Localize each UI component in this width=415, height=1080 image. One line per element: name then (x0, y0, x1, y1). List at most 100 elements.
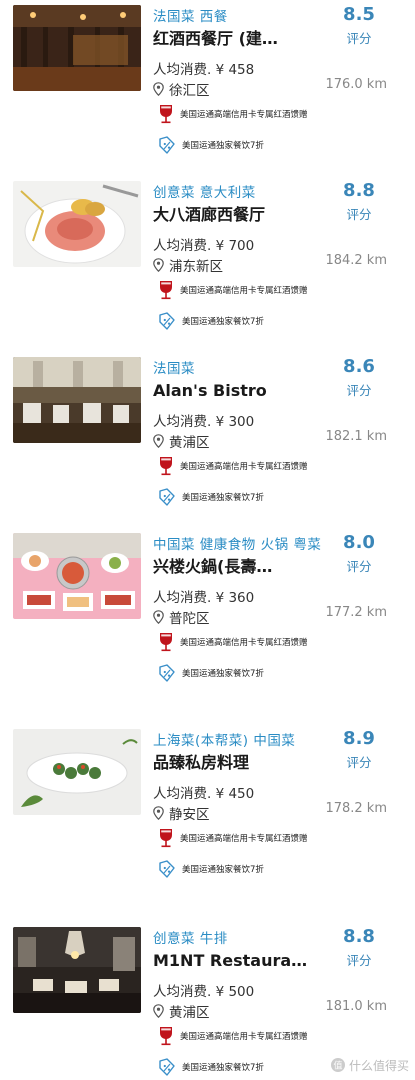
district: 普陀区 (153, 607, 210, 627)
restaurant-name[interactable]: M1NT Restaura… (153, 950, 328, 972)
average-price: 人均消费. ¥ 458 (153, 62, 255, 78)
distance: 184.2 km (325, 253, 387, 268)
restaurant-card[interactable]: 法国菜 西餐 8.5 评分 红酒西餐厅 (建… 人均消费. ¥ 458 徐汇区 … (0, 0, 415, 178)
restaurant-name[interactable]: 大八酒廊西餐厅 (153, 204, 328, 226)
promo-discount-label: 美国运通独家餐饮7折 (182, 1063, 264, 1073)
restaurant-card[interactable]: 法国菜 8.6 评分 Alan's Bistro 人均消费. ¥ 300 黄浦区… (0, 352, 415, 530)
wine-glass-icon (160, 457, 172, 476)
district: 黄浦区 (153, 431, 210, 451)
district-label: 普陀区 (169, 611, 210, 627)
cuisine-tags: 上海菜(本帮菜) 中国菜 (153, 733, 296, 749)
rating-score: 8.5 (343, 4, 375, 25)
discount-tag-icon (159, 312, 175, 330)
promo-wine-gift[interactable]: 美国运通高端信用卡专属红酒馈赠 (158, 828, 308, 848)
wine-glass-icon (160, 281, 172, 300)
restaurant-card[interactable]: 创意菜 意大利菜 8.8 评分 大八酒廊西餐厅 人均消费. ¥ 700 浦东新区… (0, 176, 415, 354)
district-label: 静安区 (169, 807, 210, 823)
map-pin-icon (153, 610, 164, 624)
promo-wine-label: 美国运通高端信用卡专属红酒馈赠 (180, 834, 308, 844)
district-label: 徐汇区 (169, 83, 210, 99)
restaurant-photo[interactable] (13, 181, 141, 267)
promo-wine-label: 美国运通高端信用卡专属红酒馈赠 (180, 286, 308, 296)
district-label: 浦东新区 (169, 259, 223, 275)
discount-tag-icon (159, 664, 175, 682)
promo-wine-label: 美国运通高端信用卡专属红酒馈赠 (180, 638, 308, 648)
restaurant-photo[interactable] (13, 357, 141, 443)
rating-label: 评分 (346, 755, 372, 770)
promo-wine-gift[interactable]: 美国运通高端信用卡专属红酒馈赠 (158, 1026, 308, 1046)
average-price: 人均消费. ¥ 700 (153, 238, 255, 254)
discount-tag-icon (159, 136, 175, 154)
average-price: 人均消费. ¥ 500 (153, 984, 255, 1000)
distance: 178.2 km (325, 801, 387, 816)
rating-score: 8.6 (343, 356, 375, 377)
discount-tag-icon (159, 860, 175, 878)
svg-text:值: 值 (333, 1060, 342, 1072)
rating-score: 8.9 (343, 728, 375, 749)
map-pin-icon (153, 82, 164, 96)
promo-discount[interactable]: 美国运通独家餐饮7折 (158, 311, 264, 331)
promo-wine-gift[interactable]: 美国运通高端信用卡专属红酒馈赠 (158, 456, 308, 476)
distance: 182.1 km (325, 429, 387, 444)
discount-tag-icon (159, 488, 175, 506)
wine-glass-icon (160, 105, 172, 124)
restaurant-card[interactable]: 上海菜(本帮菜) 中国菜 8.9 评分 品臻私房料理 人均消费. ¥ 450 静… (0, 724, 415, 902)
promo-discount-label: 美国运通独家餐饮7折 (182, 141, 264, 151)
district: 徐汇区 (153, 79, 210, 99)
promo-discount-label: 美国运通独家餐饮7折 (182, 493, 264, 503)
promo-discount[interactable]: 美国运通独家餐饮7折 (158, 135, 264, 155)
rating-label: 评分 (346, 207, 372, 222)
promo-wine-gift[interactable]: 美国运通高端信用卡专属红酒馈赠 (158, 104, 308, 124)
rating-label: 评分 (346, 559, 372, 574)
wine-glass-icon (160, 633, 172, 652)
promo-discount[interactable]: 美国运通独家餐饮7折 (158, 859, 264, 879)
promo-wine-label: 美国运通高端信用卡专属红酒馈赠 (180, 1032, 308, 1042)
promo-wine-label: 美国运通高端信用卡专属红酒馈赠 (180, 110, 308, 120)
district-label: 黄浦区 (169, 435, 210, 451)
district-label: 黄浦区 (169, 1005, 210, 1021)
map-pin-icon (153, 258, 164, 272)
district: 黄浦区 (153, 1001, 210, 1021)
rating-label: 评分 (346, 383, 372, 398)
map-pin-icon (153, 806, 164, 820)
wine-glass-icon (160, 1027, 172, 1046)
average-price: 人均消费. ¥ 450 (153, 786, 255, 802)
site-watermark: 值 什么值得买 (317, 1054, 409, 1076)
promo-wine-gift[interactable]: 美国运通高端信用卡专属红酒馈赠 (158, 280, 308, 300)
discount-tag-icon (159, 1058, 175, 1076)
watermark-logo-icon: 值 (330, 1058, 345, 1072)
cuisine-tags: 中国菜 健康食物 火锅 粤菜 (153, 537, 322, 553)
rating-score: 8.8 (343, 180, 375, 201)
cuisine-tags: 法国菜 西餐 (153, 9, 228, 25)
rating-score: 8.8 (343, 926, 375, 947)
district: 浦东新区 (153, 255, 223, 275)
cuisine-tags: 法国菜 (153, 361, 195, 377)
cuisine-tags: 创意菜 牛排 (153, 931, 228, 947)
restaurant-photo[interactable] (13, 5, 141, 91)
restaurant-photo[interactable] (13, 729, 141, 815)
restaurant-name[interactable]: 红酒西餐厅 (建… (153, 28, 328, 50)
restaurant-name[interactable]: 兴楼火鍋(長壽… (153, 556, 328, 578)
map-pin-icon (153, 434, 164, 448)
promo-wine-gift[interactable]: 美国运通高端信用卡专属红酒馈赠 (158, 632, 308, 652)
rating-label: 评分 (346, 31, 372, 46)
wine-glass-icon (160, 829, 172, 848)
distance: 176.0 km (325, 77, 387, 92)
promo-discount-label: 美国运通独家餐饮7折 (182, 669, 264, 679)
restaurant-name[interactable]: 品臻私房料理 (153, 752, 328, 774)
average-price: 人均消费. ¥ 360 (153, 590, 255, 606)
promo-discount[interactable]: 美国运通独家餐饮7折 (158, 1057, 264, 1077)
average-price: 人均消费. ¥ 300 (153, 414, 255, 430)
promo-discount[interactable]: 美国运通独家餐饮7折 (158, 487, 264, 507)
restaurant-card[interactable]: 中国菜 健康食物 火锅 粤菜 8.0 评分 兴楼火鍋(長壽… 人均消费. ¥ 3… (0, 528, 415, 706)
rating-score: 8.0 (343, 532, 375, 553)
district: 静安区 (153, 803, 210, 823)
restaurant-name[interactable]: Alan's Bistro (153, 380, 328, 402)
restaurant-photo[interactable] (13, 927, 141, 1013)
restaurant-list: 法国菜 西餐 8.5 评分 红酒西餐厅 (建… 人均消费. ¥ 458 徐汇区 … (0, 0, 415, 1080)
promo-discount-label: 美国运通独家餐饮7折 (182, 317, 264, 327)
rating-label: 评分 (346, 953, 372, 968)
promo-discount[interactable]: 美国运通独家餐饮7折 (158, 663, 264, 683)
restaurant-photo[interactable] (13, 533, 141, 619)
cuisine-tags: 创意菜 意大利菜 (153, 185, 256, 201)
